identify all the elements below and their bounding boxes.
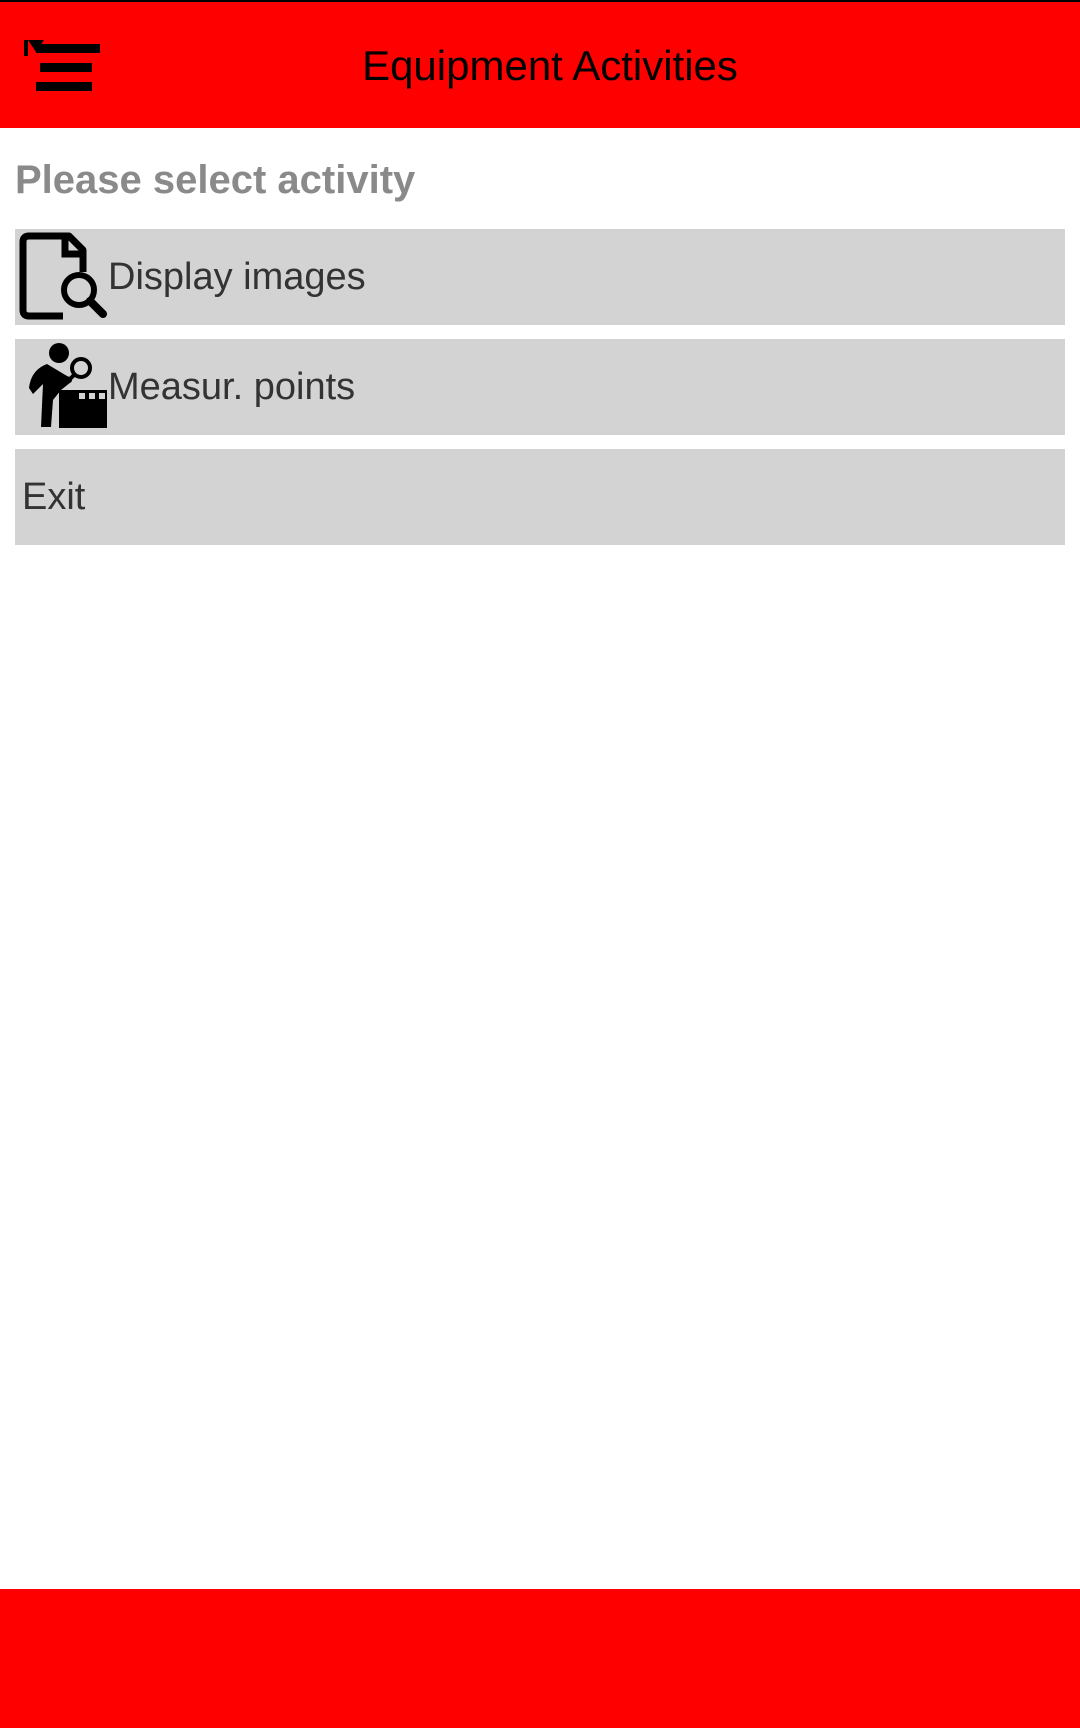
exit-label: Exit [22, 476, 86, 518]
page-title: Equipment Activities [362, 42, 738, 89]
activity-list: Display images Measur. points Exit [15, 229, 1065, 559]
exit-button[interactable]: Exit [15, 449, 1065, 545]
section-heading: Please select activity [15, 158, 416, 202]
app-header: Equipment Activities [0, 0, 1080, 128]
display-images-button[interactable]: Display images [15, 229, 1065, 325]
measurement-points-button[interactable]: Measur. points [15, 339, 1065, 435]
document-search-icon [19, 232, 109, 322]
app-footer [0, 1589, 1080, 1728]
worker-inspection-icon [19, 342, 109, 432]
display-images-label: Display images [108, 256, 366, 298]
measurement-points-label: Measur. points [108, 366, 356, 408]
